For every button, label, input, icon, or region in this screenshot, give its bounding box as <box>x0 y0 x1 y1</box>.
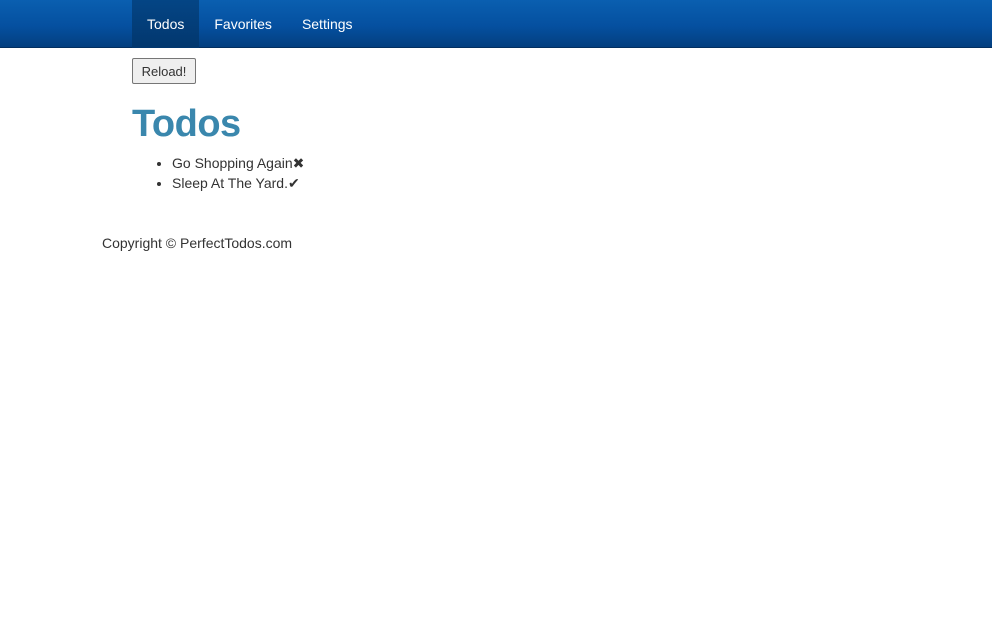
top-navbar: Todos Favorites Settings <box>0 0 992 48</box>
reload-button[interactable]: Reload! <box>132 58 196 84</box>
todo-item: Go Shopping Again✖ <box>172 153 304 173</box>
nav-item-settings[interactable]: Settings <box>287 0 368 48</box>
cross-icon[interactable]: ✖ <box>293 155 305 171</box>
todo-item: Sleep At The Yard.✔ <box>172 173 304 193</box>
nav-menu: Todos Favorites Settings <box>132 0 368 48</box>
page-title: Todos <box>132 103 241 145</box>
check-icon[interactable]: ✔ <box>288 175 300 191</box>
nav-item-label: Todos <box>147 16 185 32</box>
nav-item-label: Settings <box>301 16 353 32</box>
nav-item-favorites[interactable]: Favorites <box>199 0 287 48</box>
nav-item-todos[interactable]: Todos <box>132 0 200 48</box>
nav-item-label: Favorites <box>214 16 272 32</box>
todo-list: Go Shopping Again✖ Sleep At The Yard.✔ <box>132 153 304 193</box>
todo-text: Sleep At The Yard. <box>172 175 288 191</box>
footer-copyright: Copyright © PerfectTodos.com <box>102 235 293 251</box>
todo-text: Go Shopping Again <box>172 155 293 171</box>
